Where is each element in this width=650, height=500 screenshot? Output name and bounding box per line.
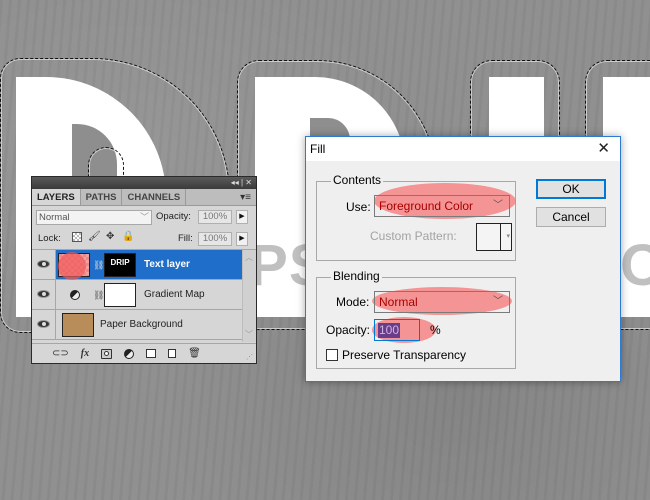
layer-thumbnail: [62, 313, 94, 337]
add-mask-icon[interactable]: [101, 348, 113, 359]
fill-label: Fill:: [178, 233, 193, 244]
opacity-label: Opacity:: [156, 211, 191, 222]
new-adjustment-layer-icon[interactable]: [124, 348, 135, 359]
preserve-transparency-label[interactable]: Preserve Transparency: [342, 348, 466, 362]
use-dropdown[interactable]: Foreground Color ﹀: [374, 195, 510, 217]
new-layer-icon[interactable]: [168, 349, 177, 358]
adjustment-layer-icon: [70, 290, 80, 300]
mode-dropdown[interactable]: Normal ﹀: [374, 291, 510, 313]
layer-row-paper-background[interactable]: Paper Background: [32, 310, 256, 340]
layer-name: Text layer: [144, 259, 190, 270]
layers-footer: ⊂⊃ fx 🗑 ⋰: [32, 343, 256, 363]
preserve-transparency-checkbox[interactable]: [326, 349, 338, 361]
panel-tabs: LAYERS PATHS CHANNELS ▾≡: [32, 189, 256, 206]
collapse-close-icon[interactable]: ◂◂ | ✕: [231, 177, 252, 189]
opacity-unit: %: [430, 323, 441, 337]
layer-name: Paper Background: [100, 319, 183, 330]
layer-mask-thumbnail: DRIP: [104, 253, 136, 277]
layer-mask-thumbnail: [104, 283, 136, 307]
link-chain-icon: ⛓: [93, 260, 105, 270]
chevron-down-icon: ﹀: [493, 296, 503, 307]
tab-channels[interactable]: CHANNELS: [122, 189, 187, 205]
opacity-arrow-button[interactable]: ▶: [236, 210, 248, 224]
panel-menu-icon[interactable]: ▾≡: [240, 189, 251, 206]
opacity-field[interactable]: 100%: [198, 210, 232, 224]
mode-label: Mode:: [336, 295, 370, 309]
resize-grip-icon[interactable]: ⋰: [246, 353, 253, 361]
link-chain-icon: ⛓: [93, 290, 105, 300]
delete-layer-icon[interactable]: 🗑: [188, 348, 201, 360]
lock-transparent-pixels-icon[interactable]: [72, 232, 82, 242]
cancel-button[interactable]: Cancel: [536, 207, 606, 227]
blend-mode-select[interactable]: Normal ﹀: [36, 210, 152, 225]
fill-field[interactable]: 100%: [198, 232, 232, 246]
opacity-input[interactable]: 100: [374, 319, 420, 341]
lock-image-pixels-icon[interactable]: 🖌: [88, 232, 101, 242]
use-value: Foreground Color: [379, 199, 474, 213]
link-layers-icon[interactable]: ⊂⊃: [52, 348, 69, 360]
dialog-titlebar[interactable]: Fill ✕: [306, 137, 620, 161]
lock-position-icon[interactable]: ✥: [106, 232, 114, 242]
custom-pattern-label: Custom Pattern:: [370, 229, 457, 243]
lock-label: Lock:: [38, 233, 61, 244]
contents-label: Contents: [331, 173, 384, 187]
blend-mode-value: Normal: [39, 212, 70, 223]
visibility-eye-icon[interactable]: [37, 260, 50, 268]
opacity-label: Opacity:: [326, 323, 371, 337]
new-group-icon[interactable]: [146, 349, 157, 358]
fill-arrow-button[interactable]: ▶: [236, 232, 248, 246]
scroll-down-icon[interactable]: ﹀: [245, 329, 253, 340]
close-icon[interactable]: ✕: [597, 139, 610, 157]
layer-row-gradient-map[interactable]: ⛓ Gradient Map: [32, 280, 256, 310]
layer-name: Gradient Map: [144, 289, 205, 300]
layers-scrollbar[interactable]: ︿ ﹀: [242, 250, 256, 342]
use-label: Use:: [346, 200, 371, 214]
chevron-down-icon: ▾: [506, 233, 510, 240]
visibility-eye-icon[interactable]: [37, 320, 50, 328]
opacity-value: 100: [378, 323, 401, 338]
scroll-up-icon[interactable]: ︿: [245, 252, 253, 263]
blending-label: Blending: [331, 269, 382, 283]
custom-pattern-picker: ▾: [476, 223, 512, 251]
mode-value: Normal: [379, 295, 418, 309]
tab-layers[interactable]: LAYERS: [32, 189, 81, 205]
fill-dialog: Fill ✕ Contents Use: Foreground Color ﹀ …: [305, 136, 621, 382]
panel-titlebar[interactable]: ◂◂ | ✕: [32, 177, 256, 189]
highlight-marker: [58, 252, 86, 280]
tab-paths[interactable]: PATHS: [81, 189, 123, 205]
lock-all-icon[interactable]: 🔒: [122, 232, 134, 242]
chevron-down-icon: ﹀: [493, 200, 503, 211]
chevron-down-icon: ﹀: [139, 212, 149, 222]
ok-button[interactable]: OK: [536, 179, 606, 199]
layer-style-fx-icon[interactable]: fx: [81, 348, 89, 360]
dialog-title: Fill: [310, 142, 326, 156]
visibility-eye-icon[interactable]: [37, 290, 50, 298]
